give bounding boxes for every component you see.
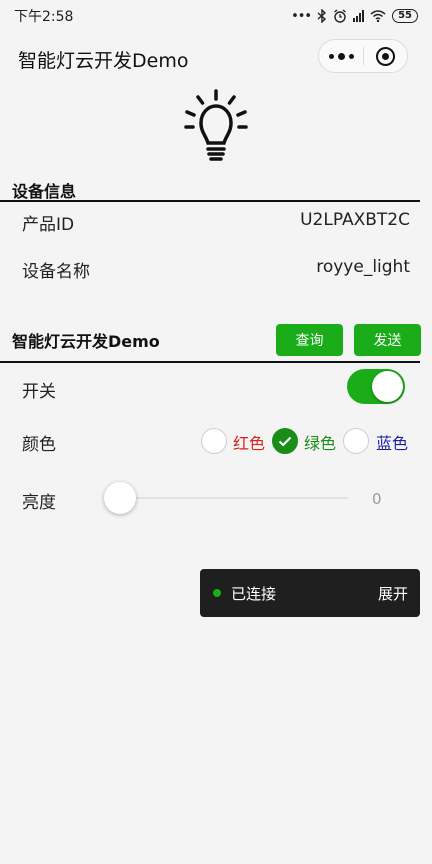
color-label: 颜色: [22, 435, 56, 455]
dot-icon: [337, 52, 345, 60]
connection-status-toast: 已连接 展开: [200, 569, 420, 617]
switch-knob: [372, 371, 403, 402]
bluetooth-icon: [317, 9, 327, 23]
radio-blue[interactable]: [343, 428, 369, 454]
dot-icon: [328, 53, 334, 59]
connection-status-text: 已连接: [231, 585, 277, 603]
checkmark-icon: [278, 436, 292, 446]
more-menu-button[interactable]: [319, 40, 363, 72]
brightness-slider-thumb[interactable]: [104, 482, 136, 514]
query-button[interactable]: 查询: [276, 324, 343, 356]
status-icons: ••• 55: [291, 9, 418, 24]
section-divider: [0, 361, 420, 363]
dot-icon: [348, 53, 354, 59]
power-switch[interactable]: [347, 369, 405, 404]
status-bar: 下午2:58 ••• 55: [0, 0, 432, 32]
connected-dot-icon: [213, 589, 221, 597]
signal-icon: [353, 10, 365, 22]
product-id-label: 产品ID: [22, 215, 75, 235]
device-name-value: royye_light: [316, 257, 410, 277]
radio-green[interactable]: [272, 428, 298, 454]
radio-label-red[interactable]: 红色: [233, 430, 265, 454]
more-dots-icon: •••: [291, 8, 312, 24]
expand-button[interactable]: 展开: [378, 583, 408, 604]
close-mini-program-button[interactable]: [364, 40, 407, 72]
section-divider: [0, 200, 420, 202]
status-time: 下午2:58: [14, 9, 74, 25]
radio-label-blue[interactable]: 蓝色: [376, 430, 408, 454]
radio-red[interactable]: [201, 428, 227, 454]
control-section-title: 智能灯云开发Demo: [12, 332, 160, 351]
brightness-slider-track[interactable]: [120, 497, 348, 499]
brightness-value: 0: [372, 490, 382, 508]
brightness-label: 亮度: [22, 493, 56, 513]
alarm-icon: [334, 9, 347, 23]
battery-icon: 55: [392, 9, 418, 23]
product-id-value: U2LPAXBT2C: [300, 210, 410, 230]
device-name-label: 设备名称: [22, 262, 90, 282]
light-bulb-icon: [184, 89, 248, 161]
switch-label: 开关: [22, 382, 56, 402]
radio-label-green[interactable]: 绿色: [304, 430, 336, 454]
wifi-icon: [370, 10, 386, 22]
mini-program-capsule: [318, 39, 408, 73]
page-title: 智能灯云开发Demo: [18, 50, 189, 72]
device-info-section-title: 设备信息: [12, 182, 77, 201]
send-button[interactable]: 发送: [354, 324, 421, 356]
target-close-icon: [376, 46, 395, 66]
nav-bar: 智能灯云开发Demo: [0, 36, 432, 80]
